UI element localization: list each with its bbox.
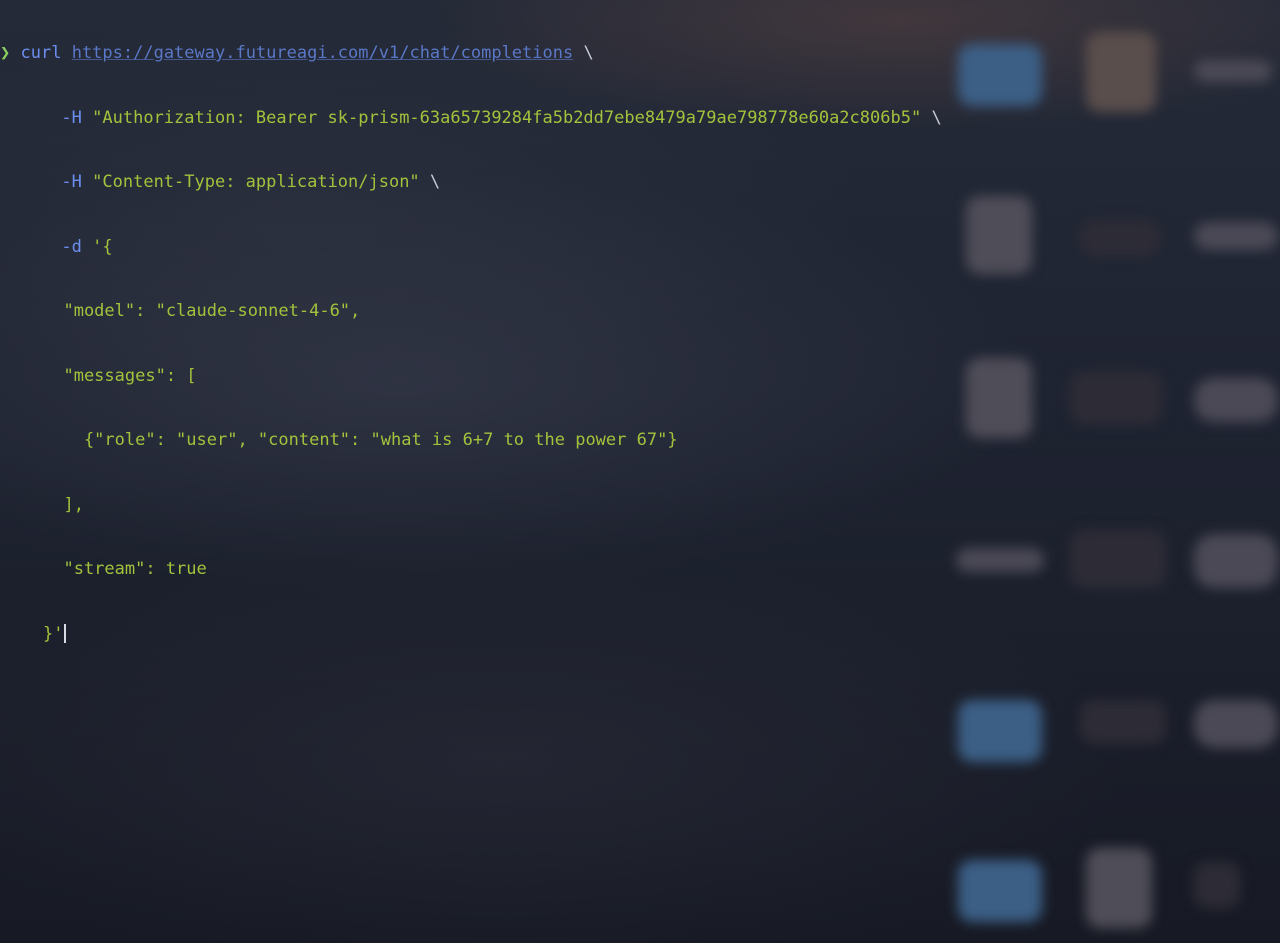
- header-flag: -H: [61, 107, 82, 128]
- json-body-line: {"role": "user", "content": "what is 6+7…: [43, 430, 678, 450]
- command-line-4: -d '{: [0, 237, 1280, 259]
- line-continuation: \: [429, 172, 441, 192]
- blurred-folder-icon: [958, 860, 1042, 922]
- line-continuation: \: [583, 43, 594, 63]
- json-body-line: }': [43, 623, 64, 644]
- data-open: '{: [92, 236, 113, 257]
- data-flag: -d: [61, 236, 82, 257]
- blurred-folder-icon: [958, 700, 1042, 762]
- blurred-image-icon: [1194, 862, 1240, 908]
- json-body-line: ],: [43, 494, 84, 515]
- command-line-3: -H "Content-Type: application/json" \: [0, 172, 1280, 194]
- header-flag: -H: [61, 172, 82, 192]
- json-body-line: "messages": [: [43, 365, 197, 386]
- json-body-line: "model": "claude-sonnet-4-6",: [43, 301, 361, 321]
- command-name: curl: [20, 43, 62, 63]
- command-line-1: ❯ curl https://gateway.futureagi.com/v1/…: [0, 43, 1280, 65]
- text-cursor: [64, 623, 67, 643]
- content-type-header: "Content-Type: application/json": [92, 172, 420, 192]
- request-url[interactable]: https://gateway.futureagi.com/v1/chat/co…: [72, 43, 574, 63]
- line-continuation: \: [931, 107, 942, 128]
- blurred-document-icon: [1086, 848, 1152, 928]
- json-body-last-line: }': [0, 623, 1280, 646]
- command-line-2: -H "Authorization: Bearer sk-prism-63a65…: [0, 108, 1280, 130]
- terminal-window[interactable]: ❯ curl https://gateway.futureagi.com/v1/…: [0, 0, 1280, 667]
- json-body-line: "stream": true: [43, 559, 207, 579]
- blurred-label: [1194, 700, 1278, 748]
- prompt-chevron-icon: ❯: [0, 43, 11, 63]
- authorization-header: "Authorization: Bearer sk-prism-63a65739…: [92, 107, 922, 128]
- blurred-image-icon: [1080, 700, 1166, 744]
